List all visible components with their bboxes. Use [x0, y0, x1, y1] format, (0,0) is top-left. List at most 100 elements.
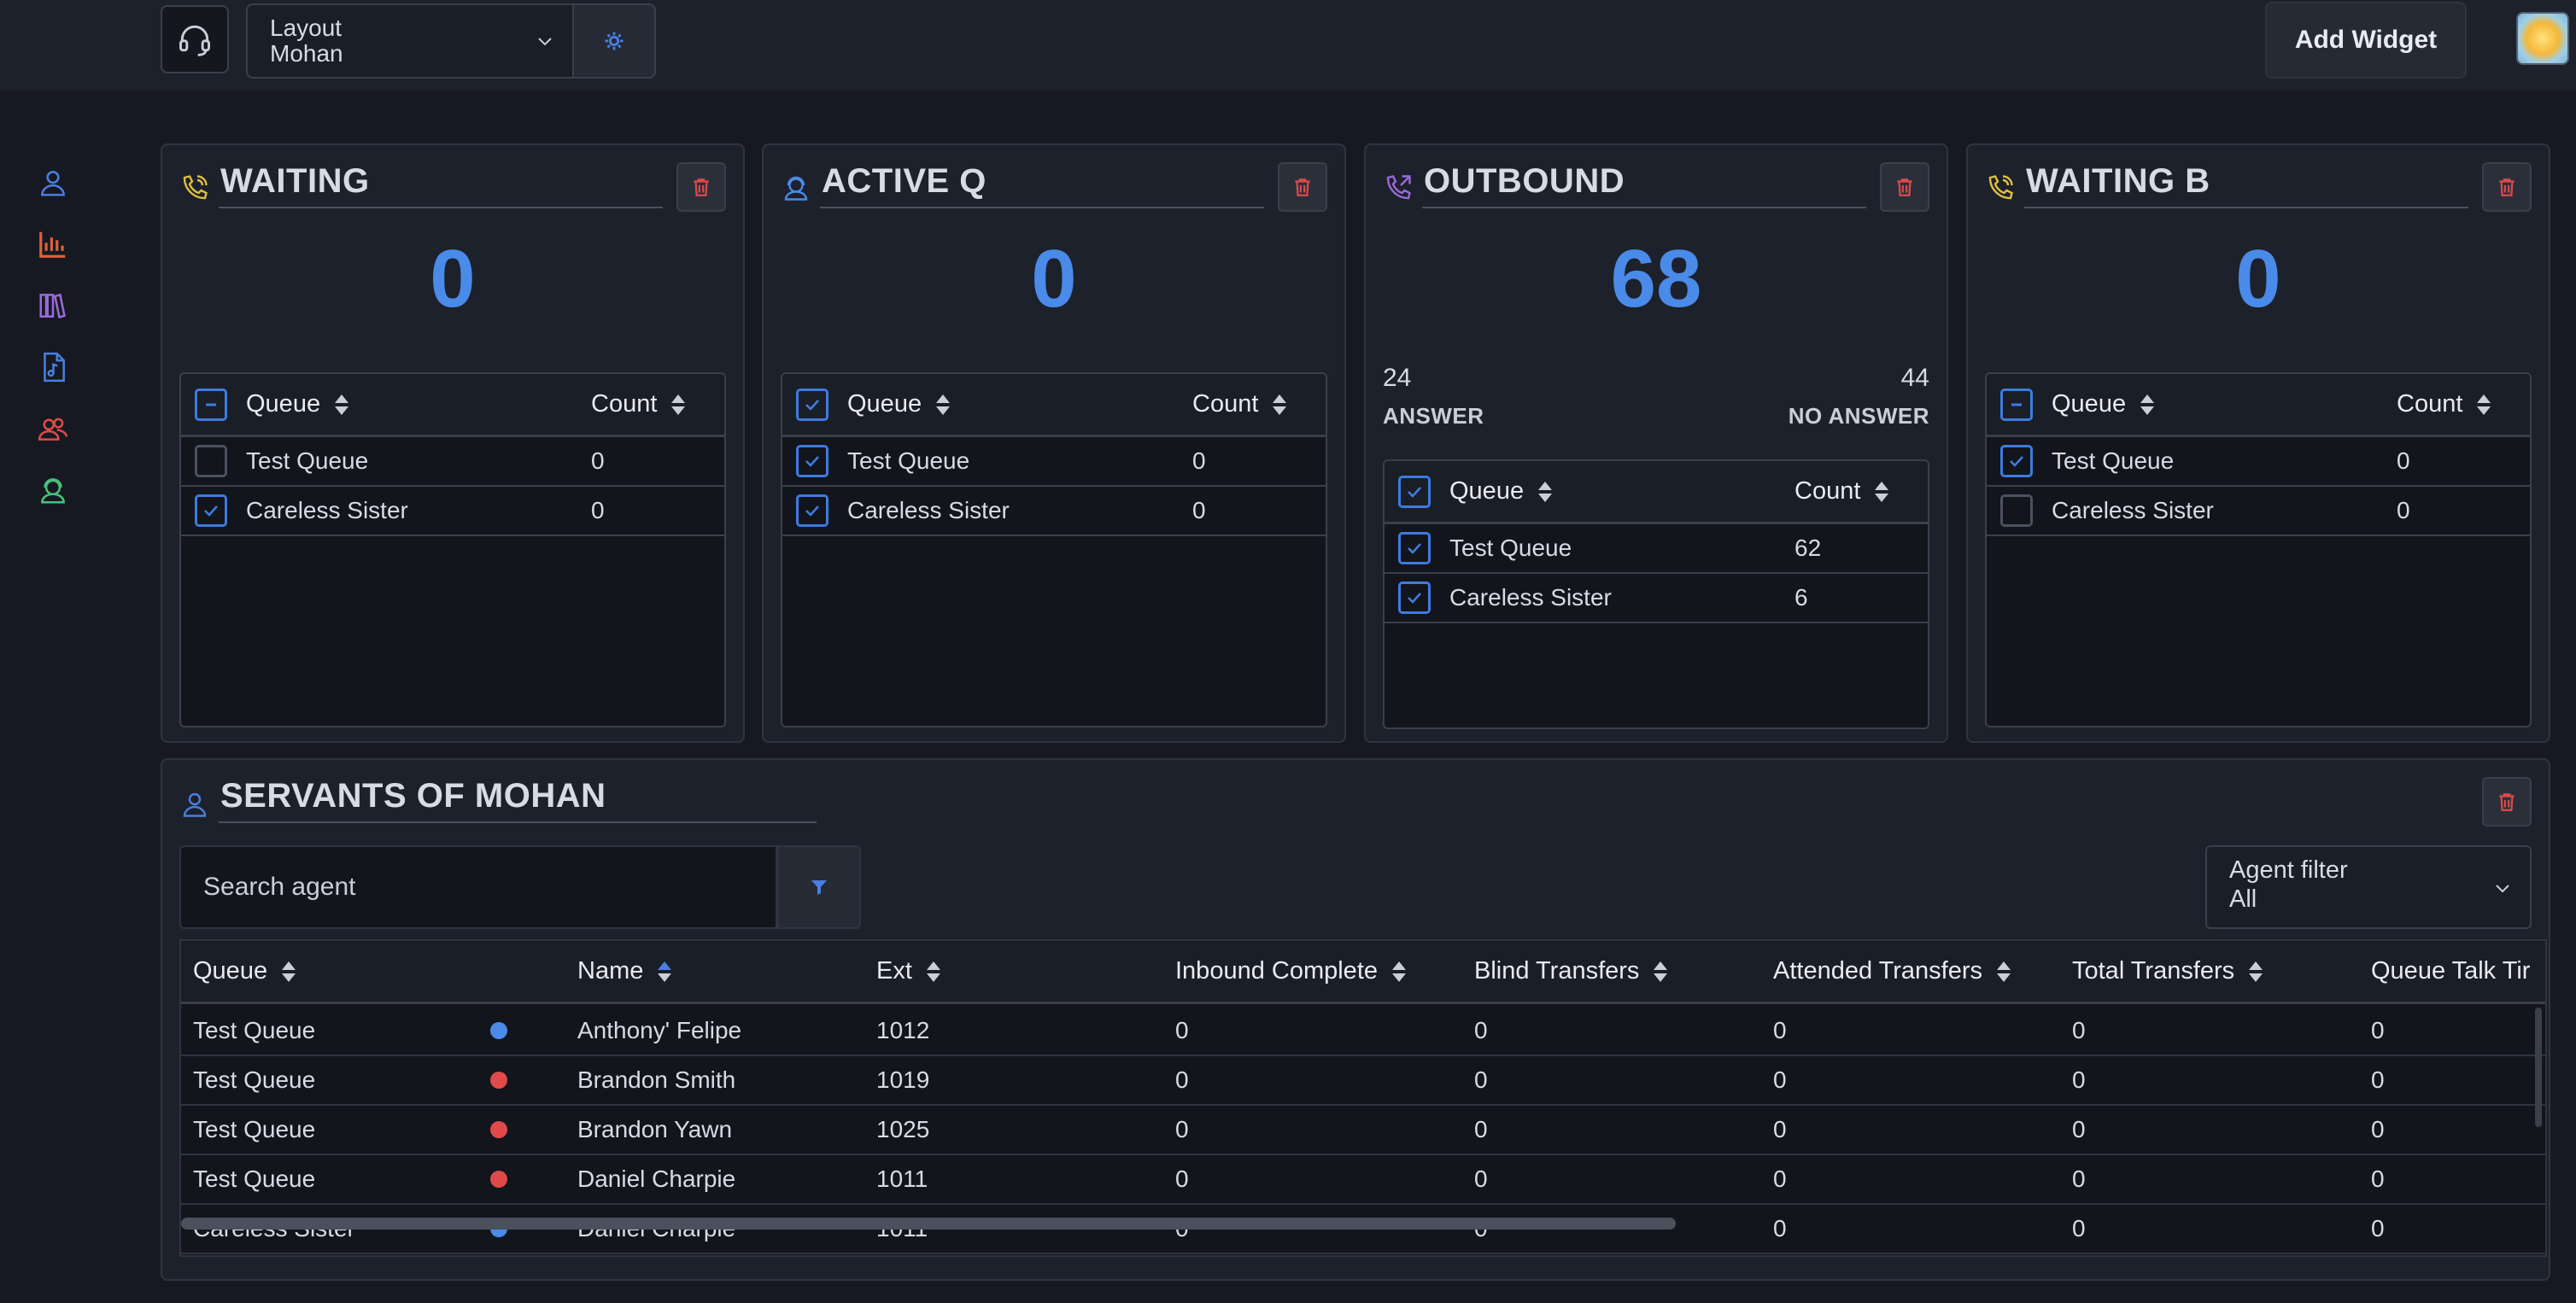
delete-widget-button[interactable]: [1278, 162, 1327, 212]
column-header-count[interactable]: Count: [591, 374, 688, 435]
table-header: Queue Count: [1385, 461, 1928, 524]
sort-icon: [1994, 960, 2013, 984]
sidebar-item-reports[interactable]: [36, 227, 70, 261]
title-underline: [219, 821, 817, 823]
phone-ringing-icon: [183, 175, 208, 200]
vertical-scrollbar[interactable]: [2535, 1008, 2542, 1127]
delete-widget-button[interactable]: [676, 162, 726, 212]
sidebar-item-teams[interactable]: [36, 412, 70, 446]
column-header-queue[interactable]: Queue: [847, 374, 952, 435]
headset-button[interactable]: [161, 5, 229, 73]
table-row[interactable]: Test Queue Daniel Charpie 1011 0 0 0 0 0: [181, 1155, 2545, 1205]
agent-name: Daniel Charpie: [577, 1166, 736, 1192]
check-icon: [1408, 543, 1421, 554]
select-all-checkbox[interactable]: [796, 388, 828, 421]
attended-transfers: 0: [1773, 1166, 1787, 1192]
table-row[interactable]: Test Queue Brandon Yawn 1025 0 0 0 0 0: [181, 1106, 2545, 1155]
sort-icon: [655, 960, 674, 984]
queue-count: 0: [591, 497, 605, 523]
sort-icon: [1651, 960, 1670, 984]
check-icon: [204, 505, 218, 517]
table-row[interactable]: Test Queue Anthony' Felipe 1012 0 0 0 0 0: [181, 1007, 2545, 1056]
user-icon: [41, 171, 65, 196]
answer-label: ANSWER: [1383, 403, 1484, 429]
delete-widget-button[interactable]: [2482, 777, 2532, 827]
row-checkbox[interactable]: [195, 494, 227, 527]
column-header-count[interactable]: Count: [1794, 461, 1891, 522]
title-underline: [820, 207, 1264, 208]
blind-transfers: 0: [1474, 1066, 1488, 1093]
column-header-inbound-complete[interactable]: Inbound Complete: [1175, 941, 1408, 1002]
status-dot: [490, 1106, 507, 1154]
column-header-blind-transfers[interactable]: Blind Transfers: [1474, 941, 1670, 1002]
select-all-checkbox[interactable]: [195, 388, 227, 421]
column-header-queue[interactable]: Queue: [193, 941, 298, 1002]
column-header-queue[interactable]: Queue: [246, 374, 351, 435]
row-checkbox[interactable]: [796, 445, 828, 477]
column-header-count[interactable]: Count: [2397, 374, 2493, 435]
column-header-count[interactable]: Count: [1192, 374, 1289, 435]
inbound-complete: 0: [1175, 1017, 1189, 1043]
column-header-attended-transfers[interactable]: Attended Transfers: [1773, 941, 2013, 1002]
table-row[interactable]: Test Queue Brandon Smith 1019 0 0 0 0 0: [181, 1056, 2545, 1106]
headset-icon: [179, 25, 210, 56]
queue-count: 0: [591, 447, 605, 474]
delete-widget-button[interactable]: [2482, 162, 2532, 212]
delete-widget-button[interactable]: [1880, 162, 1929, 212]
check-icon: [2010, 456, 2023, 467]
queue-name: Test Queue: [2052, 447, 2175, 474]
add-widget-button[interactable]: Add Widget: [2265, 2, 2467, 79]
sort-icon: [279, 960, 298, 984]
row-checkbox[interactable]: [1398, 581, 1431, 614]
blind-transfers: 0: [1474, 1017, 1488, 1043]
select-all-checkbox[interactable]: [2000, 388, 2033, 421]
total-transfers: 0: [2072, 1017, 2086, 1043]
chevron-down-icon: [2496, 885, 2509, 893]
widget-title: ACTIVE Q: [822, 162, 986, 200]
sidebar-item-library[interactable]: [36, 289, 70, 323]
row-checkbox[interactable]: [195, 445, 227, 477]
widget-title: OUTBOUND: [1424, 162, 1625, 200]
agent-filter-select[interactable]: Agent filter All: [2205, 845, 2532, 929]
horizontal-scrollbar[interactable]: [181, 1218, 1676, 1230]
total-transfers: 0: [2072, 1166, 2086, 1192]
sidebar-item-support[interactable]: [36, 473, 70, 507]
filter-button[interactable]: [777, 845, 861, 929]
select-all-checkbox[interactable]: [1398, 475, 1431, 508]
check-icon: [805, 399, 819, 411]
row-checkbox[interactable]: [2000, 445, 2033, 477]
sidebar-item-audio[interactable]: [36, 350, 70, 384]
sort-icon: [1270, 393, 1289, 417]
row-checkbox[interactable]: [2000, 494, 2033, 527]
agent-queue: Test Queue: [193, 1017, 316, 1043]
row-checkbox[interactable]: [796, 494, 828, 527]
widget-value: 0: [430, 233, 476, 324]
agent-headset-icon: [41, 478, 65, 504]
table-row[interactable]: Careless SisterDaniel Charpie101100000: [181, 1205, 2545, 1254]
sidebar-item-agents[interactable]: [36, 166, 70, 200]
column-header-queue[interactable]: Queue: [1449, 461, 1554, 522]
column-header-ext[interactable]: Ext: [876, 941, 943, 1002]
widget-title: SERVANTS OF MOHAN: [220, 777, 606, 815]
queue-table: Queue Count Test Queue 62 Careless Siste…: [1383, 459, 1929, 729]
layout-select[interactable]: Layout Mohan: [246, 3, 574, 79]
attended-transfers: 0: [1773, 1066, 1787, 1093]
column-header-queue[interactable]: Queue: [2052, 374, 2157, 435]
widget-outbound: OUTBOUND 68 24 ANSWER 44 NO ANSWER Queue…: [1364, 143, 1948, 743]
column-header-total-transfers[interactable]: Total Transfers: [2072, 941, 2265, 1002]
queue-talk-time: 0: [2371, 1066, 2385, 1093]
users-icon: [38, 418, 68, 441]
column-header-queue-talk-time[interactable]: Queue Talk Tir: [2371, 941, 2530, 1002]
queue-talk-time: 0: [2371, 1215, 2385, 1242]
queue-count: 0: [2397, 497, 2410, 523]
search-agent-input[interactable]: Search agent: [179, 845, 777, 929]
widget-waiting-b: WAITING B 0 Queue Count Test Queue 0 Car…: [1966, 143, 2550, 743]
check-icon: [805, 456, 819, 467]
column-header-name[interactable]: Name: [577, 941, 674, 1002]
layout-settings-button[interactable]: [574, 3, 656, 79]
check-icon: [1408, 593, 1421, 604]
total-transfers: 0: [2072, 1066, 2086, 1093]
avatar[interactable]: [2516, 12, 2569, 65]
row-checkbox[interactable]: [1398, 532, 1431, 564]
queue-table: Queue Count Test Queue 0 Careless Sister…: [179, 372, 726, 727]
